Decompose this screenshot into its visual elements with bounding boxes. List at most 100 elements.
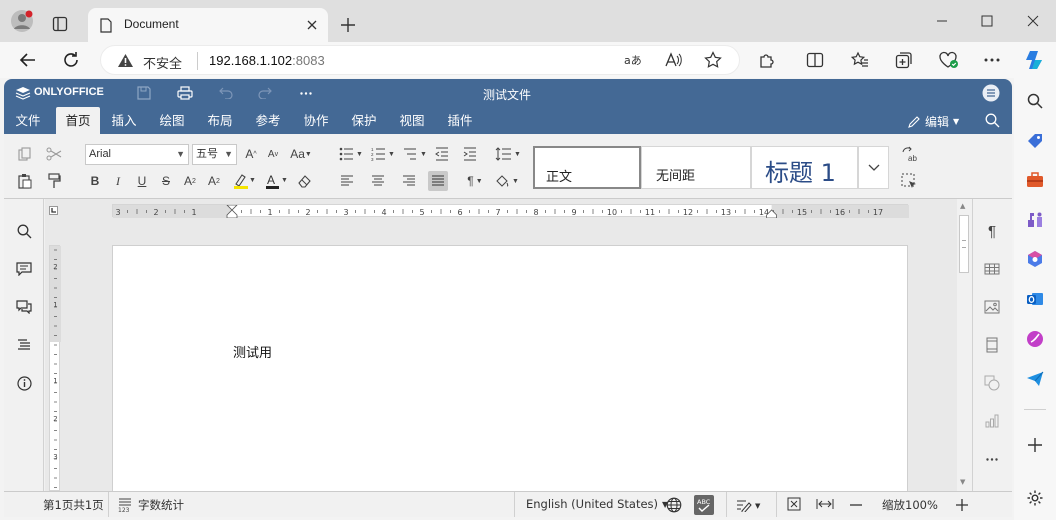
vertical-tabs-icon[interactable] (46, 10, 74, 38)
font-family-select[interactable]: Arial ▼ (85, 144, 189, 165)
align-right-icon[interactable] (399, 171, 419, 191)
image-settings-icon[interactable] (982, 297, 1002, 317)
fit-width-icon[interactable] (816, 498, 834, 510)
tab-layout[interactable]: 布局 (200, 107, 240, 134)
tab-file[interactable]: 文件 (8, 107, 48, 134)
format-painter-icon[interactable] (44, 171, 64, 191)
shopping-tag-icon[interactable] (1021, 127, 1049, 155)
telegram-send-icon[interactable] (1021, 365, 1049, 393)
favorites-list-icon[interactable] (846, 46, 874, 74)
subscript-icon[interactable]: A2 (204, 171, 224, 191)
zoom-in-icon[interactable] (956, 499, 968, 511)
translate-icon[interactable]: aあ (619, 46, 647, 74)
about-info-icon[interactable] (14, 373, 34, 393)
tab-view[interactable]: 视图 (392, 107, 432, 134)
tab-collaboration[interactable]: 协作 (296, 107, 336, 134)
address-bar[interactable]: 不安全 192.168.1.102:8083 aあ (100, 45, 740, 75)
collections-icon[interactable] (890, 46, 918, 74)
bold-icon[interactable]: B (85, 171, 105, 191)
font-color-icon[interactable]: A ▼ (262, 171, 290, 191)
chart-settings-icon[interactable] (982, 411, 1002, 431)
user-menu-icon[interactable] (981, 83, 1001, 103)
bullets-icon[interactable]: ▼ (337, 144, 365, 164)
browser-tab-document[interactable]: Document (88, 8, 328, 42)
multilevel-list-icon[interactable]: ▼ (401, 144, 429, 164)
style-no-spacing[interactable]: 无间距 (641, 146, 751, 189)
redo-icon[interactable] (255, 83, 275, 103)
change-case-icon[interactable]: Aa ▼ (287, 144, 315, 164)
more-settings-icon[interactable] (982, 449, 1002, 469)
word-count-label[interactable]: 字数统计 (138, 497, 184, 513)
tab-plugins[interactable]: 插件 (440, 107, 480, 134)
find-icon[interactable] (14, 221, 34, 241)
font-size-select[interactable]: 五号 ▼ (192, 144, 237, 165)
tab-protection[interactable]: 保护 (344, 107, 384, 134)
decrease-font-icon[interactable]: Av (263, 144, 283, 164)
spell-check-icon[interactable]: ABC (694, 495, 714, 515)
tab-draw[interactable]: 绘图 (152, 107, 192, 134)
microsoft-365-icon[interactable] (1021, 245, 1049, 273)
zoom-level[interactable]: 缩放100% (882, 497, 938, 513)
copilot-designer-icon[interactable] (1021, 325, 1049, 353)
tab-home[interactable]: 首页 (56, 107, 100, 134)
clear-style-icon[interactable] (295, 171, 315, 191)
tab-insert[interactable]: 插入 (104, 107, 144, 134)
copy-icon[interactable] (15, 144, 35, 164)
language-select[interactable]: English (United States) ▼ (526, 497, 668, 511)
tab-stop-selector[interactable] (49, 206, 58, 215)
warning-icon[interactable] (117, 53, 134, 68)
select-all-icon[interactable] (899, 171, 919, 191)
vertical-scrollbar[interactable]: ▲ ▼ (957, 199, 971, 491)
paste-icon[interactable] (15, 171, 35, 191)
back-arrow-icon[interactable] (14, 46, 42, 74)
superscript-icon[interactable]: A2 (180, 171, 200, 191)
navigation-headings-icon[interactable] (14, 335, 34, 355)
close-window-icon[interactable] (1019, 7, 1047, 35)
search-icon[interactable] (1021, 87, 1049, 115)
search-document-icon[interactable] (982, 110, 1002, 130)
increase-indent-icon[interactable] (460, 144, 480, 164)
chat-icon[interactable] (14, 297, 34, 317)
outlook-icon[interactable] (1021, 285, 1049, 313)
url-text[interactable]: 192.168.1.102:8083 (209, 53, 325, 68)
tab-references[interactable]: 参考 (248, 107, 288, 134)
document-body-text[interactable]: 测试用 (233, 342, 272, 361)
games-icon[interactable] (1021, 206, 1049, 234)
line-spacing-icon[interactable]: ▼ (493, 144, 523, 164)
nonprinting-characters-icon[interactable]: ¶ ▼ (460, 171, 490, 191)
comments-icon[interactable] (14, 259, 34, 279)
favorite-star-icon[interactable] (699, 46, 727, 74)
highlight-color-icon[interactable]: ▼ (230, 171, 258, 191)
align-center-icon[interactable] (368, 171, 388, 191)
style-heading-1[interactable]: 标题 1 (751, 146, 858, 189)
shading-icon[interactable]: ▼ (493, 171, 523, 191)
underline-icon[interactable]: U (132, 171, 152, 191)
track-changes-icon[interactable]: ▼ (736, 498, 764, 512)
italic-icon[interactable]: I (108, 171, 128, 191)
print-icon[interactable] (175, 83, 195, 103)
decrease-indent-icon[interactable] (432, 144, 452, 164)
zoom-out-icon[interactable] (850, 504, 862, 506)
scroll-up-icon[interactable]: ▲ (960, 202, 965, 210)
document-language-globe-icon[interactable] (666, 497, 682, 513)
sidebar-settings-gear-icon[interactable] (1021, 484, 1049, 512)
strikethrough-icon[interactable]: S (156, 171, 176, 191)
extensions-puzzle-icon[interactable] (753, 46, 781, 74)
document-page[interactable]: 测试用 (112, 245, 908, 495)
close-tab-icon[interactable] (298, 11, 326, 39)
cut-icon[interactable] (44, 144, 64, 164)
not-secure-label[interactable]: 不安全 (143, 53, 182, 72)
undo-icon[interactable] (216, 83, 236, 103)
minimize-window-icon[interactable] (928, 7, 956, 35)
horizontal-ruler[interactable]: 3 2 1 1 2 3 4 5 6 7 8 9 10 11 12 13 14 15 16 17 (112, 204, 909, 218)
shape-settings-icon[interactable] (982, 373, 1002, 393)
more-header-icon[interactable] (296, 83, 316, 103)
refresh-icon[interactable] (57, 46, 85, 74)
page-count[interactable]: 第1页共1页 (43, 497, 104, 513)
numbering-icon[interactable]: 1 2 3 ▼ (369, 144, 397, 164)
new-tab-icon[interactable] (334, 11, 362, 39)
align-justify-icon[interactable] (428, 171, 448, 191)
style-normal[interactable]: 正文 (533, 146, 641, 189)
profile-avatar-icon[interactable] (8, 7, 36, 35)
edit-mode-dropdown[interactable]: 编辑 ▼ (908, 112, 959, 130)
